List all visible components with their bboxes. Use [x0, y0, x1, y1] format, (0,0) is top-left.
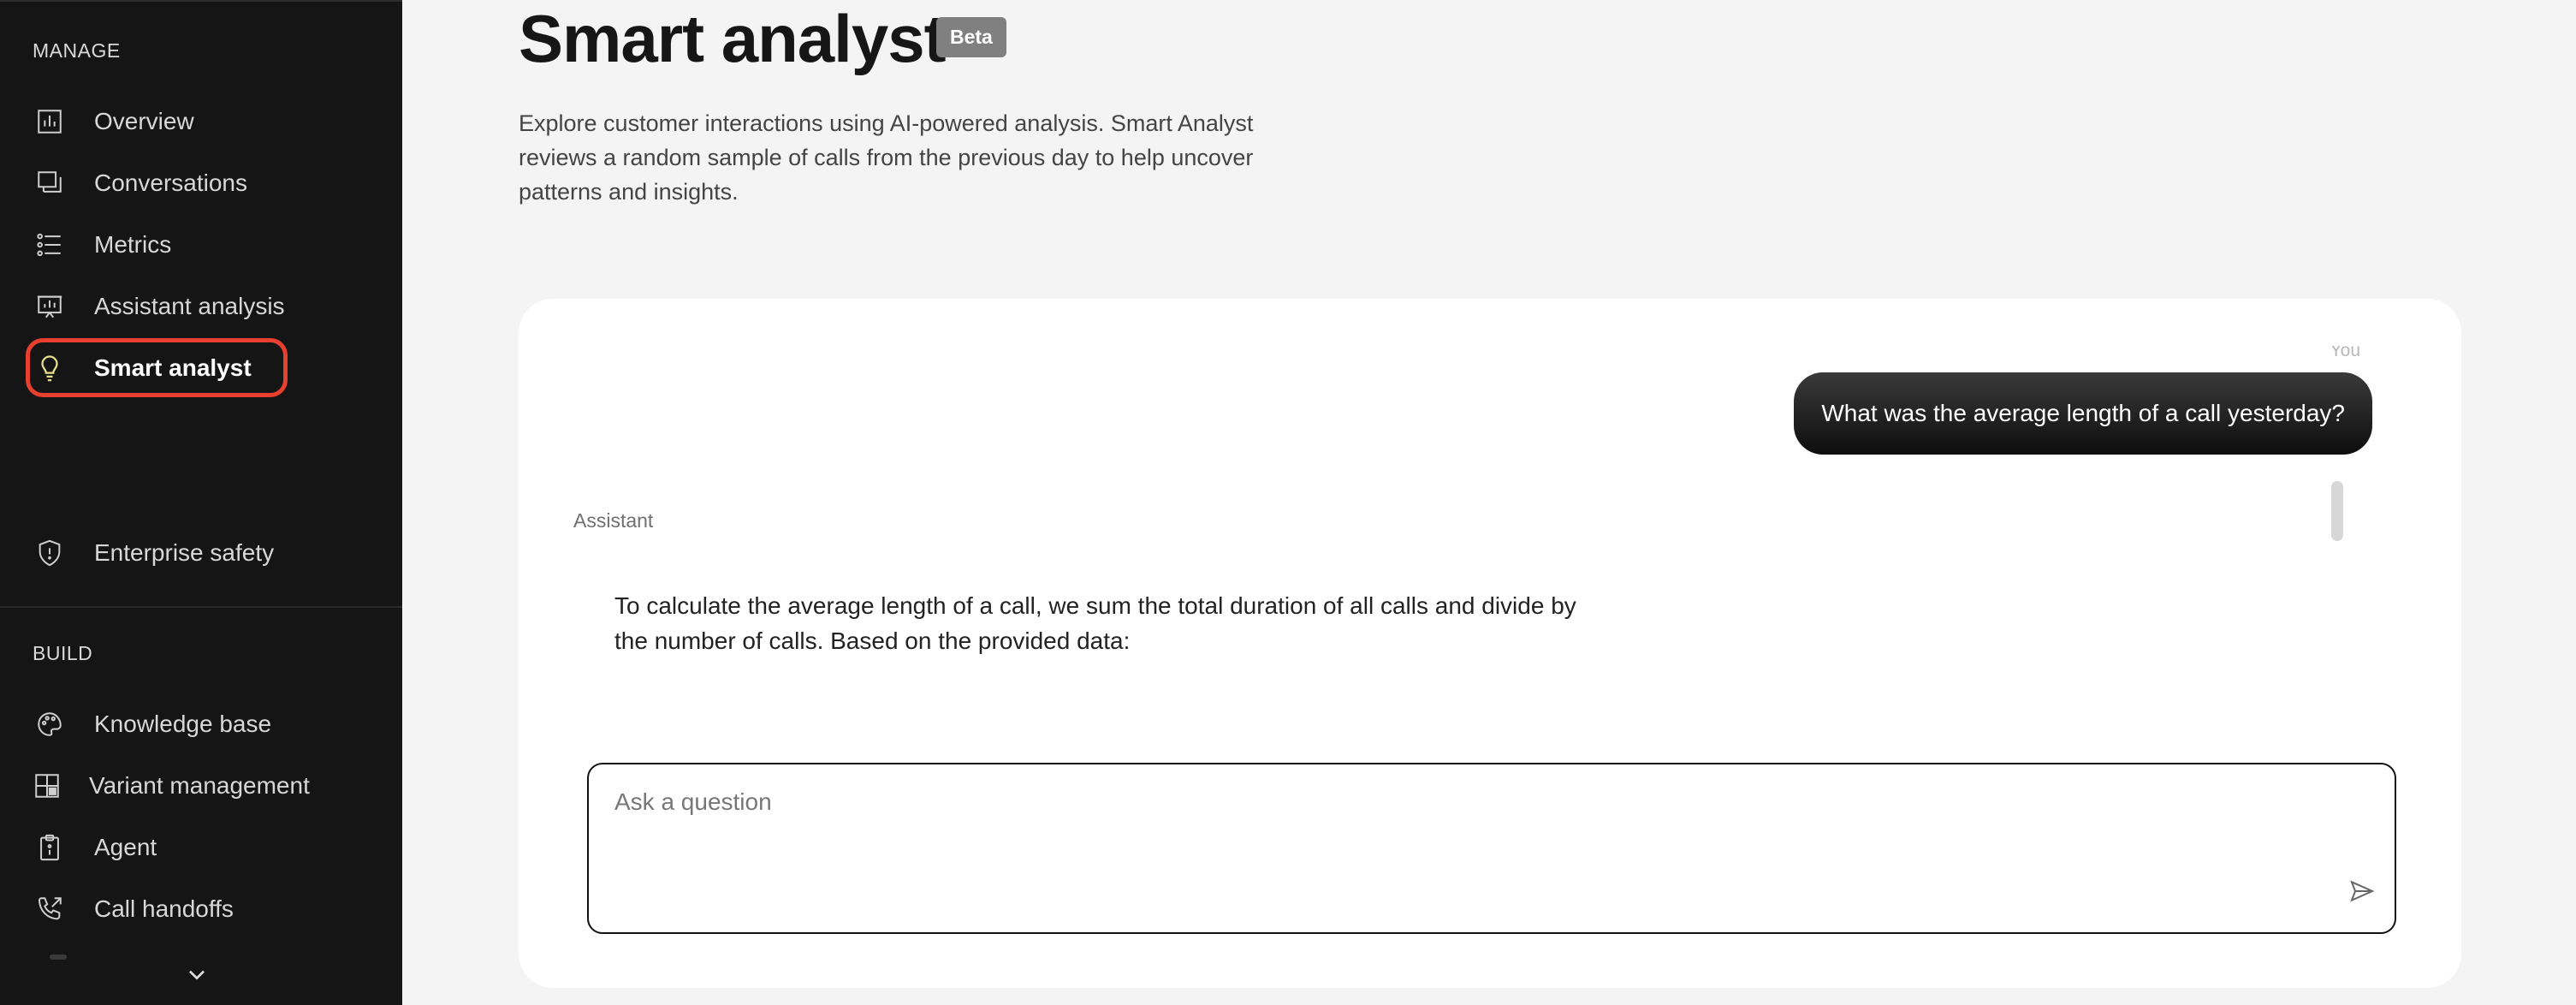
sidebar-item-assistant-analysis[interactable]: Assistant analysis: [33, 282, 289, 330]
sidebar: MANAGE Overview Conversations Metrics As…: [0, 0, 402, 1005]
main-content: Smart analyst Beta Explore customer inte…: [402, 0, 2576, 1005]
page-title: Smart analyst: [519, 1, 947, 76]
question-input[interactable]: Ask a question: [587, 763, 2396, 934]
chat-panel: You What was the average length of a cal…: [519, 299, 2461, 988]
sidebar-item-call-handoffs[interactable]: Call handoffs: [33, 885, 289, 933]
assistant-message: To calculate the average length of a cal…: [614, 592, 1576, 654]
clipboard-icon: [33, 830, 67, 865]
sidebar-item-label: Call handoffs: [94, 895, 234, 922]
send-icon: [2350, 880, 2375, 902]
list-icon: [33, 228, 67, 262]
sidebar-item-label: Knowledge base: [94, 711, 272, 737]
sidebar-item-label: Agent: [94, 834, 157, 860]
section-label-manage: MANAGE: [33, 39, 121, 62]
sidebar-divider: [0, 606, 402, 608]
palette-icon: [33, 707, 67, 741]
sidebar-item-label: Variant management: [89, 772, 310, 799]
sidebar-item-knowledge-base[interactable]: Knowledge base: [33, 700, 289, 748]
sidebar-item-agent[interactable]: Agent: [33, 824, 289, 871]
sidebar-item-label: Conversations: [94, 169, 247, 196]
active-item-highlight: [26, 338, 288, 397]
sidebar-item-variant-management[interactable]: Variant management: [33, 762, 310, 810]
sidebar-item-label: Overview: [94, 108, 194, 134]
sidebar-item-metrics[interactable]: Metrics: [33, 221, 289, 269]
presentation-icon: [33, 289, 67, 324]
sidebar-top-divider: [0, 0, 402, 3]
user-sender-label: You: [2330, 346, 2360, 356]
question-input-placeholder: Ask a question: [614, 788, 772, 815]
sidebar-item-conversations[interactable]: Conversations: [33, 159, 289, 207]
grid-icon: [33, 769, 62, 803]
section-label-build: BUILD: [33, 642, 93, 664]
beta-badge: Beta: [936, 17, 1006, 57]
shield-icon: [33, 536, 67, 570]
sidebar-item-label: Assistant analysis: [94, 293, 285, 319]
send-button[interactable]: [2345, 874, 2379, 908]
phone-forward-icon: [33, 892, 67, 926]
sidebar-overflow-hint: [50, 954, 67, 960]
assistant-sender-label: Assistant: [573, 509, 654, 532]
bar-chart-icon: [33, 104, 67, 139]
sidebar-item-enterprise-safety[interactable]: Enterprise safety: [33, 529, 289, 577]
sidebar-item-label: Metrics: [94, 231, 172, 258]
page-description: Explore customer interactions using AI-p…: [519, 110, 1254, 205]
chat-bubbles-icon: [33, 166, 67, 200]
user-message-bubble: What was the average length of a call ye…: [1794, 372, 2372, 455]
chat-scrollbar[interactable]: [2331, 481, 2343, 541]
chevron-down-icon[interactable]: [183, 966, 211, 986]
sidebar-item-overview[interactable]: Overview: [33, 98, 289, 146]
sidebar-item-label: Enterprise safety: [94, 539, 275, 566]
